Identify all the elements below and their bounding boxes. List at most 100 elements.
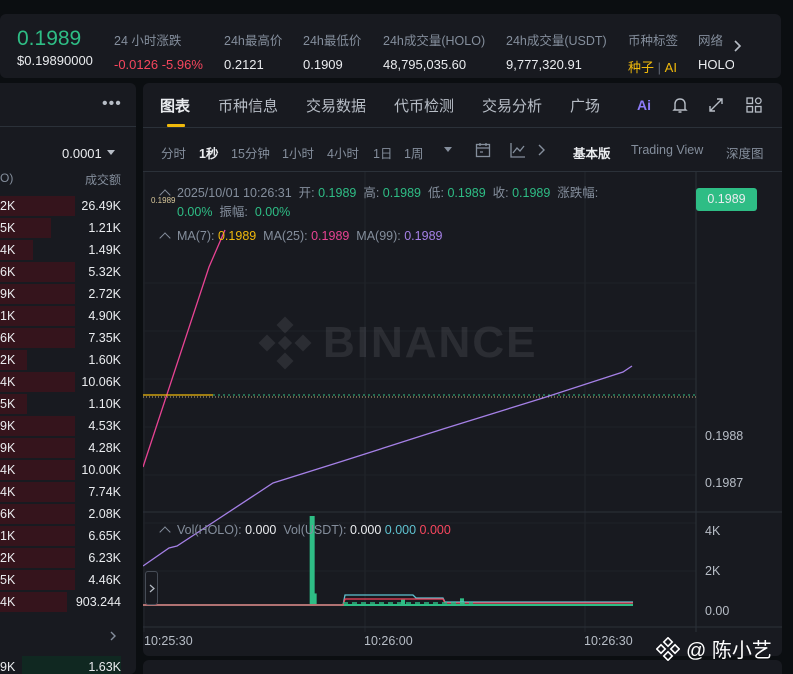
ask-row-qty: 9K (0, 441, 16, 455)
ask-row-qty: 4K (0, 375, 16, 389)
order-book-row[interactable]: 2K 1.60K (0, 349, 121, 371)
tab-square[interactable]: 广场 (570, 95, 600, 116)
ask-row-qty: 9K (0, 287, 16, 301)
order-book-row[interactable]: 4K 903.244 (0, 591, 121, 613)
ohlc-low-label: 低: (427, 186, 444, 200)
order-book-row[interactable]: 4K 10.00K (0, 459, 121, 481)
tag-ai[interactable]: AI (665, 60, 677, 75)
ai-icon[interactable]: Ai (636, 95, 656, 115)
price-step-select[interactable]: 0.0001 (62, 146, 102, 161)
volume-axis-tick: 4K (705, 524, 721, 538)
order-book-row[interactable]: 6K 5.32K (0, 261, 121, 283)
ask-row-amount: 6.23K (88, 551, 121, 565)
ask-row-qty: 1K (0, 309, 16, 323)
order-book-row[interactable]: 9K 4.28K (0, 437, 121, 459)
interval-1d[interactable]: 1日 (373, 143, 392, 162)
ohlc-legend: 2025/10/01 10:26:31 开: 0.1989 高: 0.1989 … (159, 182, 598, 201)
layout-grid-icon[interactable] (744, 95, 764, 115)
view-depth[interactable]: 深度图 (726, 143, 764, 162)
ask-row-amount: 2.72K (88, 287, 121, 301)
order-book-row[interactable]: 5K 1.10K (0, 393, 121, 415)
chevron-right-icon[interactable] (533, 141, 551, 159)
ohlc-change: 0.00% (177, 205, 213, 219)
binance-logo-icon (258, 316, 312, 370)
expand-icon[interactable] (706, 95, 726, 115)
ohlc-open-label: 开: (298, 186, 315, 200)
tab-token-info[interactable]: 币种信息 (218, 95, 278, 116)
interval-15m[interactable]: 15分钟 (231, 143, 270, 162)
stat-label: 24 小时涨跌 (114, 34, 182, 48)
order-book-row[interactable]: 1K 6.65K (0, 525, 121, 547)
ask-row-amount: 1.21K (88, 221, 121, 235)
order-book-row[interactable]: 1K 4.90K (0, 305, 121, 327)
interval-4h[interactable]: 4小时 (327, 143, 359, 162)
ma25-label: MA(25): (263, 229, 308, 243)
last-price-tag: 0.1989 (696, 188, 757, 211)
ask-row-amount: 2.08K (88, 507, 121, 521)
order-book-row[interactable]: 9K 2.72K (0, 283, 121, 305)
tag-separator: | (657, 60, 662, 75)
tab-chart[interactable]: 图表 (160, 95, 190, 116)
ask-row-amount: 1.10K (88, 397, 121, 411)
order-book-row[interactable]: 5K 1.21K (0, 217, 121, 239)
ma7-label: MA(7): (177, 229, 215, 243)
ask-row-qty: 9K (0, 419, 16, 433)
interval-1s[interactable]: 1秒 (199, 143, 218, 162)
stat-value: 种子 | AI (628, 57, 678, 76)
order-book-row[interactable]: 6K 7.35K (0, 327, 121, 349)
chevron-down-icon[interactable] (107, 150, 115, 155)
vol-ma2-value: 0.000 (419, 523, 451, 537)
ohlc-close: 0.1989 (512, 186, 551, 200)
stat-value: -0.0126 -5.96% (114, 57, 203, 72)
calendar-icon[interactable] (474, 141, 492, 159)
ask-row-amount: 6.65K (88, 529, 121, 543)
vol-usdt-value: 0.000 (350, 523, 382, 537)
interval-time[interactable]: 分时 (161, 143, 186, 162)
ask-row-amount: 10.00K (81, 463, 121, 477)
chevron-up-icon[interactable] (159, 232, 171, 244)
order-book-row[interactable]: 6K 2.08K (0, 503, 121, 525)
order-book-row[interactable]: 2K 26.49K (0, 195, 121, 217)
column-header-qty: O) (0, 171, 14, 185)
stat-label: 24h成交量(USDT) (506, 34, 607, 48)
price-axis-tick: 0.1988 (705, 429, 744, 443)
ask-row-qty: 2K (0, 353, 16, 367)
chevron-up-icon[interactable] (159, 189, 171, 201)
order-book-row[interactable]: 5K 4.46K (0, 569, 121, 591)
order-book-row[interactable]: 4K 7.74K (0, 481, 121, 503)
stat-value: 0.1909 (303, 57, 343, 72)
tab-token-check[interactable]: 代币检测 (394, 95, 454, 116)
ask-row-qty: 5K (0, 397, 16, 411)
order-book-row[interactable]: 9K 4.53K (0, 415, 121, 437)
interval-1h[interactable]: 1小时 (282, 143, 314, 162)
ohlc-high: 0.1989 (382, 186, 422, 200)
order-book-row[interactable]: 4K 10.06K (0, 371, 121, 393)
order-book-row[interactable]: 2K 6.23K (0, 547, 121, 569)
chevron-down-icon[interactable] (444, 147, 452, 152)
last-price-usd: $0.19890000 (17, 53, 93, 68)
tab-trading-data[interactable]: 交易数据 (306, 95, 366, 116)
stat-value: HOLO (698, 57, 734, 72)
price-chart[interactable] (143, 172, 782, 656)
credit-text: @ 陈小艺 (686, 640, 772, 662)
view-tradingview[interactable]: Trading View (631, 143, 703, 157)
vol-usdt-label: Vol(USDT): (283, 523, 347, 537)
more-dots-icon[interactable]: ••• (102, 95, 122, 113)
order-book-row[interactable]: 4K 1.49K (0, 239, 121, 261)
ohlc-amp: 0.00% (254, 205, 291, 219)
divider (143, 127, 782, 128)
chevron-up-icon[interactable] (159, 526, 171, 538)
tab-trade-analysis[interactable]: 交易分析 (482, 95, 542, 116)
ohlc-amp-label: 振幅: (219, 205, 248, 219)
ma25-line (143, 229, 226, 468)
tag-seed[interactable]: 种子 (628, 60, 654, 75)
stat-value: 0.2121 (224, 57, 264, 72)
interval-1w[interactable]: 1周 (404, 143, 423, 162)
chevron-right-icon[interactable] (731, 36, 745, 56)
ask-row-amount: 4.53K (88, 419, 121, 433)
chevron-right-icon[interactable] (108, 630, 118, 642)
drawing-toolbar-toggle[interactable] (145, 571, 158, 605)
view-basic[interactable]: 基本版 (573, 143, 611, 162)
indicator-icon[interactable] (509, 141, 527, 159)
bell-icon[interactable] (670, 95, 690, 115)
